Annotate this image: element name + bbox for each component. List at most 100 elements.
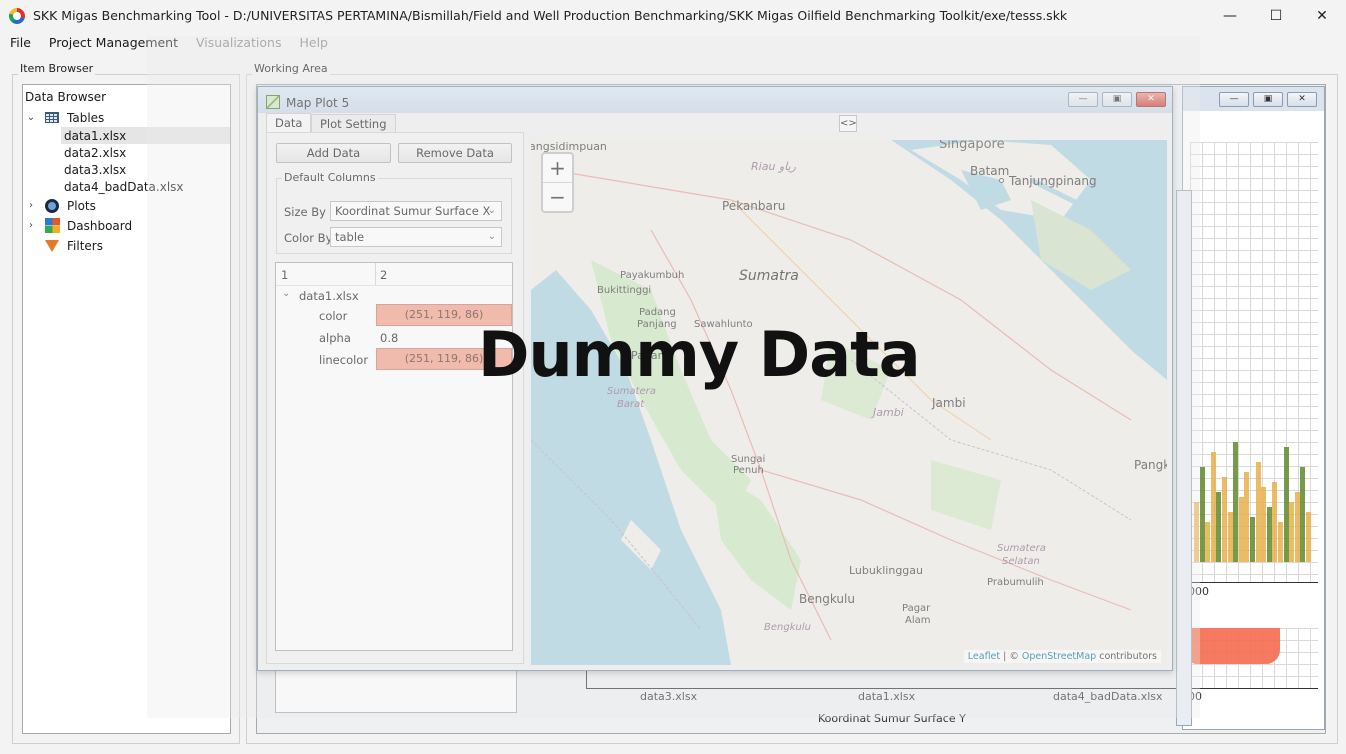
background-window-titlebar[interactable]: — ▣ ✕ bbox=[1183, 87, 1324, 111]
map-window-titlebar[interactable]: Map Plot 5 — ▣ ✕ bbox=[258, 87, 1172, 113]
dashboard-icon bbox=[45, 218, 60, 233]
tree-item-data1[interactable]: data1.xlsx bbox=[61, 127, 230, 144]
histogram-bar bbox=[1266, 507, 1272, 562]
panel-toggle-button[interactable]: <> bbox=[839, 115, 857, 132]
restore-icon[interactable]: ▣ bbox=[1253, 92, 1283, 107]
map-label: Batam bbox=[970, 164, 1010, 178]
close-icon[interactable]: ✕ bbox=[1287, 92, 1317, 107]
tree-item-data3[interactable]: data3.xlsx bbox=[64, 161, 126, 178]
property-value[interactable]: 0.8 bbox=[380, 331, 398, 345]
menu-file[interactable]: File bbox=[0, 35, 39, 50]
histogram-bar bbox=[1238, 497, 1244, 562]
tree-item-data4[interactable]: data4_badData.xlsx bbox=[64, 178, 184, 195]
map-label: Bengkulu bbox=[799, 592, 855, 606]
menu-visualizations[interactable]: Visualizations bbox=[186, 35, 289, 50]
map-label: Selatan bbox=[1002, 556, 1040, 567]
map-label: Lubuklinggau bbox=[849, 564, 923, 577]
zoom-out-button[interactable]: − bbox=[543, 183, 572, 212]
x-tick-label: data3.xlsx bbox=[640, 690, 698, 703]
filters-label: Filters bbox=[67, 238, 103, 253]
tree-item-dashboard[interactable]: › Dashboard bbox=[25, 217, 132, 234]
x-axis-line bbox=[1190, 582, 1318, 583]
map-label: Penuh bbox=[733, 465, 764, 476]
zoom-in-button[interactable]: + bbox=[543, 154, 572, 183]
watermark-text: Dummy Data bbox=[478, 318, 921, 391]
tab-plot-setting[interactable]: Plot Setting bbox=[311, 114, 396, 133]
histogram-bar bbox=[1244, 472, 1250, 562]
tree-item-data2[interactable]: data2.xlsx bbox=[64, 144, 126, 161]
map-label: Bengkulu bbox=[764, 622, 811, 633]
map-label: Tanjungpinang bbox=[1009, 174, 1097, 188]
maximize-button[interactable]: ☐ bbox=[1253, 0, 1299, 31]
histogram-bar bbox=[1306, 512, 1311, 562]
histogram-bar bbox=[1250, 517, 1255, 562]
histogram-bar bbox=[1300, 467, 1306, 562]
chevron-down-icon[interactable]: ⌄ bbox=[25, 112, 37, 123]
map-plot-icon bbox=[266, 95, 280, 109]
size-by-select[interactable]: Koordinat Sumur Surface X ⌄ bbox=[330, 201, 502, 221]
background-panel bbox=[275, 670, 517, 713]
minimize-icon[interactable]: — bbox=[1219, 92, 1249, 107]
histogram-bar bbox=[1255, 462, 1261, 562]
close-icon[interactable]: ✕ bbox=[1136, 92, 1166, 107]
restore-icon[interactable]: ▣ bbox=[1102, 92, 1132, 107]
histogram-bar bbox=[1233, 442, 1239, 562]
table-group-label: data1.xlsx bbox=[299, 289, 359, 303]
map-label: Bukittinggi bbox=[597, 285, 652, 296]
histogram-bar bbox=[1205, 522, 1211, 562]
map-label: Pagar bbox=[902, 603, 931, 614]
add-data-button[interactable]: Add Data bbox=[276, 143, 391, 163]
x-tick-label: data4_badData.xlsx bbox=[1053, 690, 1163, 703]
table-file-label: data3.xlsx bbox=[64, 162, 127, 177]
tree-item-filters[interactable]: Filters bbox=[25, 237, 103, 254]
histogram-bar bbox=[1272, 482, 1278, 562]
map-label: Sumatra bbox=[739, 268, 799, 284]
map-label: Sumatera bbox=[997, 543, 1046, 554]
histogram-bar bbox=[1227, 512, 1233, 562]
app-logo-icon bbox=[9, 7, 25, 24]
minimize-button[interactable]: — bbox=[1207, 0, 1253, 31]
default-columns-label: Default Columns bbox=[282, 171, 378, 184]
minimize-icon[interactable]: — bbox=[1068, 92, 1098, 107]
histogram-plot-area bbox=[1190, 142, 1318, 582]
column-divider bbox=[375, 263, 376, 285]
tree-item-tables[interactable]: ⌄ Tables bbox=[25, 109, 105, 126]
data-browser-tree[interactable]: Data Browser ⌄ Tables data1.xlsx data2.x… bbox=[22, 84, 231, 734]
table-file-label: data4_badData.xlsx bbox=[64, 179, 184, 194]
map-label: Barat bbox=[617, 399, 645, 410]
histogram-bar bbox=[1216, 492, 1222, 562]
tab-data[interactable]: Data bbox=[266, 113, 312, 132]
column-header: 1 bbox=[281, 268, 289, 282]
menu-bar: File Project Management Visualizations H… bbox=[0, 31, 1346, 53]
map-label: Sungai bbox=[731, 454, 766, 465]
histogram-bar bbox=[1289, 502, 1295, 562]
color-by-select[interactable]: table ⌄ bbox=[330, 227, 502, 247]
leaflet-link[interactable]: Leaflet bbox=[968, 651, 1000, 662]
chevron-right-icon[interactable]: › bbox=[25, 200, 37, 211]
column-header: 2 bbox=[380, 268, 388, 282]
property-key: color bbox=[319, 309, 348, 323]
data-browser-header: Data Browser bbox=[25, 89, 107, 104]
filter-icon bbox=[45, 239, 59, 252]
histogram-bars bbox=[1190, 412, 1318, 562]
menu-project-management[interactable]: Project Management bbox=[39, 35, 186, 50]
menu-help[interactable]: Help bbox=[289, 35, 336, 50]
table-file-label: data2.xlsx bbox=[64, 145, 127, 160]
map-label: Payakumbuh bbox=[620, 270, 685, 281]
table-icon bbox=[45, 112, 59, 123]
attribution-tail: contributors bbox=[1096, 651, 1157, 662]
leaflet-map[interactable]: angsidimpuan Singapore Batam Tanjungpina… bbox=[531, 140, 1167, 665]
close-button[interactable]: ✕ bbox=[1299, 0, 1345, 31]
color-by-value: table bbox=[335, 230, 365, 244]
city-marker bbox=[999, 178, 1004, 183]
plot-icon bbox=[45, 198, 59, 213]
chevron-down-icon[interactable]: ⌄ bbox=[282, 288, 290, 299]
chevron-right-icon[interactable]: › bbox=[25, 220, 37, 231]
remove-data-button[interactable]: Remove Data bbox=[398, 143, 512, 163]
map-label: Padang bbox=[639, 307, 676, 318]
tree-item-plots[interactable]: › Plots bbox=[25, 197, 96, 214]
histogram-bar bbox=[1294, 492, 1300, 562]
osm-link[interactable]: OpenStreetMap bbox=[1022, 651, 1096, 662]
title-bar: SKK Migas Benchmarking Tool - D:/UNIVERS… bbox=[0, 0, 1346, 31]
size-by-value: Koordinat Sumur Surface X bbox=[335, 204, 491, 218]
